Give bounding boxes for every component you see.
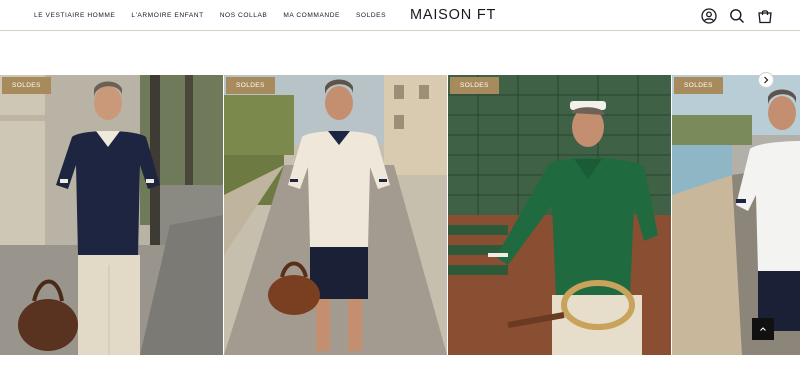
carousel-next-button[interactable] [758, 72, 774, 88]
scroll-to-top-button[interactable] [752, 318, 774, 340]
product-carousel: SOLDES SOLDES SOLDES SOLDES [0, 75, 800, 355]
nav-item-ma-commande[interactable]: MA COMMANDE [283, 12, 340, 19]
nav-item-vestiaire-homme[interactable]: LE VESTIAIRE HOMME [34, 12, 115, 19]
header-icons [700, 7, 773, 24]
nav-item-soldes[interactable]: SOLDES [356, 12, 386, 19]
carousel-slide[interactable]: SOLDES [224, 75, 447, 355]
sale-badge: SOLDES [450, 77, 499, 94]
chevron-up-icon [760, 327, 766, 331]
slide-photo-green-polo [448, 75, 671, 355]
cart-icon[interactable] [756, 7, 773, 24]
site-logo[interactable]: MAISON FT [410, 7, 496, 23]
search-icon[interactable] [728, 7, 745, 24]
carousel-slide[interactable]: SOLDES [448, 75, 671, 355]
carousel-slide[interactable]: SOLDES [0, 75, 223, 355]
slide-photo-white-polo [672, 75, 800, 355]
site-header: LE VESTIAIRE HOMME L'ARMOIRE ENFANT NOS … [0, 0, 800, 31]
sale-badge: SOLDES [2, 77, 51, 94]
slide-photo-cream-polo [224, 75, 447, 355]
slide-photo-navy-polo [0, 75, 223, 355]
nav-item-nos-collab[interactable]: NOS COLLAB [220, 12, 268, 19]
account-icon[interactable] [700, 7, 717, 24]
main-nav: LE VESTIAIRE HOMME L'ARMOIRE ENFANT NOS … [34, 0, 402, 31]
sale-badge: SOLDES [226, 77, 275, 94]
sale-badge: SOLDES [674, 77, 723, 94]
nav-item-armoire-enfant[interactable]: L'ARMOIRE ENFANT [131, 12, 203, 19]
chevron-right-icon [764, 76, 769, 84]
carousel-slide[interactable]: SOLDES [672, 75, 800, 355]
